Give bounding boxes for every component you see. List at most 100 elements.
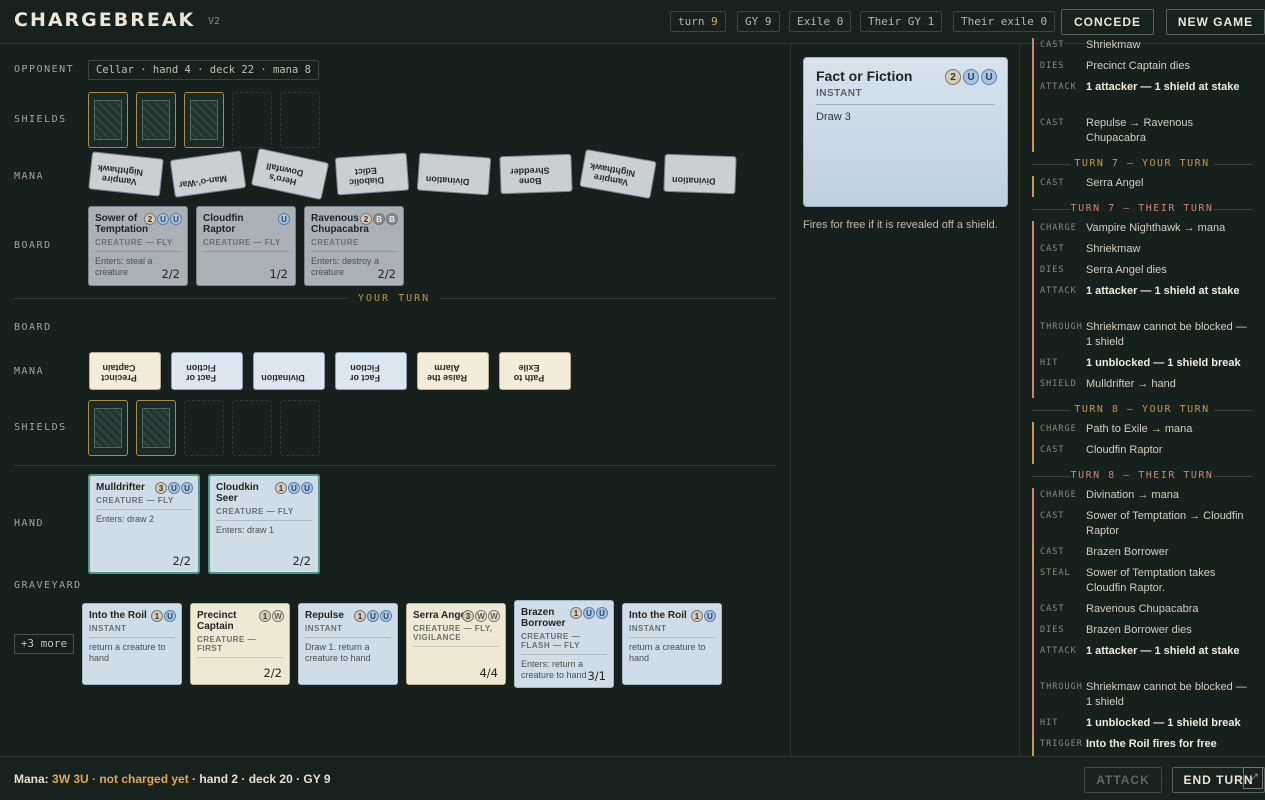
- opponent-board-card[interactable]: Sower of Temptation CREATURE — FLY Enters:…: [88, 206, 188, 286]
- card-type: CREATURE — FLY: [216, 507, 312, 521]
- graveyard-more-button[interactable]: +3 more: [14, 634, 74, 654]
- hand-card[interactable]: Mulldrifter CREATURE — FLY Enters: draw 2 2…: [88, 474, 200, 574]
- mana-pip-icon: U: [583, 607, 595, 619]
- log-entry-kind: HIT: [1040, 718, 1059, 728]
- card-cost: 2BB: [360, 213, 398, 225]
- mana-pip-icon: 1: [354, 610, 366, 622]
- opponent-board-card[interactable]: Cloudfin Raptor CREATURE — FLY 1/2 U: [196, 206, 296, 286]
- hand-label: HAND: [14, 518, 45, 529]
- mana-card-name: Divination: [671, 175, 716, 187]
- mana-pip-icon: U: [981, 69, 997, 85]
- log-entry-text: Shriekmaw cannot be blocked — 1 shield: [1086, 321, 1247, 348]
- mana-pip-icon: 3: [155, 482, 167, 494]
- card-type: INSTANT: [629, 624, 715, 638]
- graveyard-card[interactable]: Serra Angel CREATURE — FLY, VIGILANCE 4/4 3…: [406, 603, 506, 685]
- mana-pip-icon: U: [157, 213, 169, 225]
- card-name: Into the Roil: [89, 610, 147, 621]
- mana-pip-icon: W: [272, 610, 284, 622]
- mana-card[interactable]: Man-o'-War: [169, 150, 247, 198]
- log-entry: HIT 1 unblocked — 1 shield break: [1032, 716, 1252, 737]
- graveyard-card[interactable]: Precinct Captain CREATURE — FIRST 2/2 1 W: [190, 603, 290, 685]
- new-game-button[interactable]: NEW GAME: [1166, 9, 1265, 35]
- game-log[interactable]: CAST Shriekmaw DIES Precinct Captain dies AT…: [1032, 36, 1252, 756]
- log-entry-marker: [1032, 566, 1034, 602]
- log-entry: ATTACK 1 attacker — 1 shield at stake: [1032, 80, 1252, 116]
- card-cost: 3WW: [462, 610, 500, 622]
- empty-shield-slot: [232, 92, 272, 148]
- attack-button[interactable]: ATTACK: [1084, 767, 1162, 793]
- log-entry: HIT 1 unblocked — 1 shield break: [1032, 356, 1252, 377]
- mana-card[interactable]: Raise the Alarm: [417, 352, 489, 390]
- log-entry-kind: CAST: [1040, 118, 1065, 128]
- log-entry-kind: THROUGH: [1040, 322, 1083, 332]
- log-entry-text: Precinct Captain dies: [1086, 60, 1190, 72]
- empty-shield-slot: [280, 400, 320, 456]
- mana-card[interactable]: Hero's Downfall: [250, 147, 330, 201]
- mana-pip-icon: U: [963, 69, 979, 85]
- mana-card-name: Fact or Fiction: [186, 363, 217, 383]
- log-entry-marker: [1032, 242, 1034, 263]
- player-mana-label: MANA: [14, 366, 45, 377]
- turn-label: turn: [678, 15, 705, 28]
- log-entry-text: Cloudfin Raptor: [1086, 444, 1163, 456]
- mana-label: Mana:: [14, 772, 49, 786]
- card-power-toughness: 2/2: [292, 554, 311, 568]
- log-entry-kind: SHIELD: [1040, 379, 1077, 389]
- their-graveyard-count: Their GY 1: [860, 11, 943, 32]
- log-entry-marker: [1032, 38, 1034, 59]
- log-entry-text: Serra Angel: [1086, 177, 1144, 189]
- mana-card[interactable]: Vampire Nighthawk: [579, 149, 657, 199]
- player-shields-label: SHIELDS: [14, 422, 67, 433]
- mana-card[interactable]: Path to Exile: [499, 352, 571, 390]
- mana-card[interactable]: Diabolic Edict: [334, 152, 410, 196]
- log-entry: CAST Shriekmaw: [1032, 38, 1252, 59]
- graveyard-card[interactable]: Into the Roil INSTANT return a creature to…: [622, 603, 722, 685]
- log-entry: DIES Brazen Borrower dies: [1032, 623, 1252, 644]
- mana-card[interactable]: Divination: [416, 152, 492, 196]
- mana-pip-icon: W: [475, 610, 487, 622]
- log-entry-text: Mulldrifter → hand: [1086, 378, 1176, 390]
- status-rest: · hand 2 · deck 20 · GY 9: [188, 772, 331, 786]
- log-turn-header: TURN 7 — YOUR TURN: [1032, 158, 1252, 169]
- mana-card-name: Path to Exile: [513, 363, 545, 383]
- mana-pip-icon: 1: [275, 482, 287, 494]
- log-turn-header: TURN 8 — THEIR TURN: [1032, 470, 1252, 481]
- hand-card[interactable]: Cloudkin Seer CREATURE — FLY Enters: draw …: [208, 474, 320, 574]
- mana-card[interactable]: Fact or Fiction: [171, 352, 243, 390]
- card-text: Enters: draw 2: [96, 514, 155, 524]
- mana-card[interactable]: Fact or Fiction: [335, 352, 407, 390]
- log-entry-kind: CAST: [1040, 244, 1065, 254]
- log-entry-kind: CAST: [1040, 511, 1065, 521]
- log-entry: ATTACK 1 attacker — 1 shield at stake: [1032, 284, 1252, 320]
- mana-card[interactable]: Precinct Captain: [89, 352, 161, 390]
- log-entry: TRIGGER Into the Roil fires for free: [1032, 737, 1252, 756]
- mana-card[interactable]: Bone Shredder: [499, 153, 573, 195]
- graveyard-card[interactable]: Repulse INSTANT Draw 1. return a creature …: [298, 603, 398, 685]
- card-power-toughness: 1/2: [269, 267, 288, 281]
- mana-pip-icon: U: [170, 213, 182, 225]
- log-entry-kind: DIES: [1040, 625, 1065, 635]
- hand-divider: [14, 465, 776, 466]
- log-turn-header: TURN 8 — YOUR TURN: [1032, 404, 1252, 415]
- concede-button[interactable]: CONCEDE: [1061, 9, 1154, 35]
- graveyard-card[interactable]: Brazen Borrower CREATURE — FLASH — FLY Ent…: [514, 600, 614, 688]
- expand-icon[interactable]: ⤢: [1243, 767, 1263, 789]
- log-entry-text: Repulse → Ravenous Chupacabra: [1086, 117, 1194, 144]
- mana-card-name: Man-o'-War: [178, 173, 228, 191]
- mana-card[interactable]: Divination: [253, 352, 325, 390]
- log-entry-kind: CHARGE: [1040, 223, 1077, 233]
- mana-card[interactable]: Divination: [663, 153, 737, 195]
- graveyard-card[interactable]: Into the Roil INSTANT return a creature to…: [82, 603, 182, 685]
- mana-pip-icon: B: [386, 213, 398, 225]
- mana-card[interactable]: Vampire Nighthawk: [88, 151, 164, 197]
- log-entry-marker: [1032, 644, 1034, 680]
- log-entry-text: Path to Exile → mana: [1086, 423, 1193, 435]
- log-entry-marker: [1032, 176, 1034, 197]
- card-type: CREATURE — FLY: [96, 496, 192, 510]
- empty-shield-slot: [184, 400, 224, 456]
- log-entry: CHARGE Divination → mana: [1032, 488, 1252, 509]
- card-name: Cloudfin Raptor: [203, 213, 244, 235]
- opponent-board-card[interactable]: Ravenous Chupacabra CREATURE Enters: destr…: [304, 206, 404, 286]
- mana-pip-icon: U: [301, 482, 313, 494]
- shield-card: [88, 400, 128, 456]
